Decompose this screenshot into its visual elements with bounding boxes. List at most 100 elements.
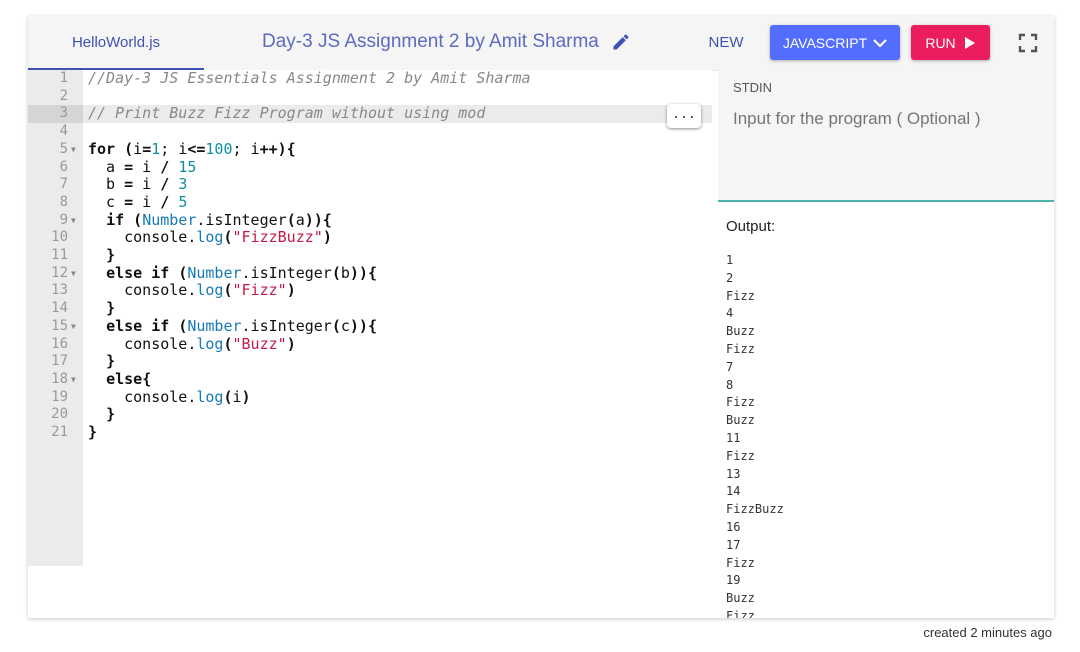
output-line: Buzz [726,591,755,606]
fold-arrow-icon[interactable]: ▼ [71,265,76,283]
line-number: 11 [51,247,68,263]
line-number: 3 [28,105,83,124]
code-line[interactable]: 17 } [28,352,712,371]
line-number: 10 [51,229,68,246]
output-line: 11 [726,430,741,445]
code-line[interactable]: 15 ▼ else if (Number.isInteger(c)){ [28,316,712,336]
code-line[interactable]: 11 } [28,246,712,265]
fold-arrow-icon[interactable]: ▼ [71,318,76,336]
code-text: } [106,299,116,318]
line-number: 20 [51,406,68,423]
output-line: Fizz [726,448,755,463]
output-line: Buzz [726,324,755,339]
line-number: 5 [59,140,68,157]
line-number: 12 [51,264,68,281]
code-text: b = i / 3 [88,175,188,194]
code-line[interactable]: 9 ▼ if (Number.isInteger(a)){ [28,210,712,230]
output-line: 2 [726,270,734,285]
code-text: console.log("Buzz") [88,334,296,353]
output-lines: 1 2 Fizz 4 Buzz Fizz 7 8 Fizz Buzz 11 Fizz 13 14 FizzB… [726,252,784,618]
output-line: Fizz [726,608,755,618]
code-text: } [106,352,116,371]
play-icon [964,36,975,49]
code-line[interactable]: 2 [28,88,712,106]
tab-label: HelloWorld.js [71,33,161,51]
fold-arrow-icon[interactable]: ▼ [71,371,76,389]
code-text: } [88,423,98,441]
code-line[interactable]: 13 console.log("Fizz") [28,282,712,300]
output-line: Fizz [726,395,755,410]
line-number: 9 [59,211,68,228]
code-line[interactable]: 18 ▼ else{ [28,369,712,389]
stdin-label: STDIN [733,80,772,95]
code-text: //Day-3 JS Essentials Assignment 2 by Am… [88,69,531,87]
output-line: 4 [726,306,734,321]
code-line[interactable]: 3 // Print Buzz Fizz Program without usin… [28,104,712,124]
output-line: Fizz [726,288,755,303]
line-number: 19 [51,388,68,405]
line-number: 4 [59,123,68,140]
language-select-button[interactable]: JAVASCRIPT [770,25,900,60]
code-text: for (i=1; i<=100; i++){ [88,139,296,158]
code-line[interactable]: 10 console.log("FizzBuzz") [28,228,712,247]
code-text: else if (Number.isInteger(b)){ [106,263,377,282]
chevron-down-icon [873,38,887,48]
line-number: 13 [51,282,68,299]
code-line[interactable]: 5 ▼ for (i=1; i<=100; i++){ [28,139,712,159]
fullscreen-icon[interactable] [1018,33,1038,53]
title-text: Day-3 JS Assignment 2 by Amit Sharma [262,31,599,52]
language-label: JAVASCRIPT [782,34,868,51]
editor-header: HelloWorld.js Day-3 JS Assignment 2 by A… [28,16,1054,71]
code-line[interactable]: 6 a = i / 15 [28,157,712,177]
output-line: 14 [726,484,741,499]
code-line[interactable]: 4 [28,123,712,141]
line-number: 21 [51,424,68,440]
code-editor[interactable]: 1 //Day-3 JS Essentials Assignment 2 by A… [28,69,712,618]
line-number: 16 [51,335,68,352]
line-number: 7 [59,176,68,193]
code-line[interactable]: 12 ▼ else if (Number.isInteger(b)){ [28,263,712,283]
output-line: 16 [726,519,741,534]
line-number: 15 [51,317,68,334]
code-line[interactable]: 19 console.log(i) [28,388,712,407]
code-line[interactable]: 16 console.log("Buzz") [28,334,712,354]
page-title[interactable]: Day-3 JS Assignment 2 by Amit Sharma [262,30,631,54]
editor-card: HelloWorld.js Day-3 JS Assignment 2 by A… [28,16,1054,618]
code-text: } [106,246,116,264]
code-line[interactable]: 8 c = i / 5 [28,193,712,212]
code-line[interactable]: 21} [28,423,712,442]
output-line: 8 [726,377,734,392]
fold-arrow-icon[interactable]: ▼ [71,212,76,230]
line-number: 6 [59,158,68,175]
tab-helloworld[interactable]: HelloWorld.js [28,16,204,70]
new-button-label: NEW [708,33,744,51]
output-line: 1 [726,253,734,267]
code-text: a = i / 15 [88,157,197,176]
code-text: else{ [106,369,152,388]
code-text: else if (Number.isInteger(c)){ [106,316,377,335]
pencil-icon[interactable] [611,32,631,52]
output-line: Buzz [726,413,755,428]
line-number: 17 [51,353,68,370]
stdin-input[interactable] [733,106,1039,132]
output-line: 7 [726,359,734,374]
more-options-button[interactable]: ... [667,104,701,128]
line-number: 18 [51,370,68,387]
run-button[interactable]: RUN [911,25,990,60]
code-line[interactable]: 1 //Day-3 JS Essentials Assignment 2 by A… [28,69,712,88]
run-button-label: RUN [925,34,956,51]
fold-arrow-icon[interactable]: ▼ [71,141,76,159]
line-number: 1 [59,70,68,86]
code-text: if (Number.isInteger(a)){ [106,210,332,229]
code-line[interactable]: 7 b = i / 3 [28,175,712,194]
stdin-panel: STDIN [718,70,1054,202]
output-panel: Output: 1 2 Fizz 4 Buzz Fizz 7 8 Fizz Buzz 11 Fizz 1… [718,202,1054,618]
code-text: // Print Buzz Fizz Program without using… [88,104,486,123]
code-text: } [106,405,116,424]
code-line[interactable]: 14 } [28,299,712,318]
output-line: 17 [726,537,741,552]
code-text: console.log("FizzBuzz") [88,228,332,247]
new-button[interactable]: NEW [698,29,754,55]
code-line[interactable]: 20 } [28,405,712,424]
line-number: 14 [51,300,68,317]
